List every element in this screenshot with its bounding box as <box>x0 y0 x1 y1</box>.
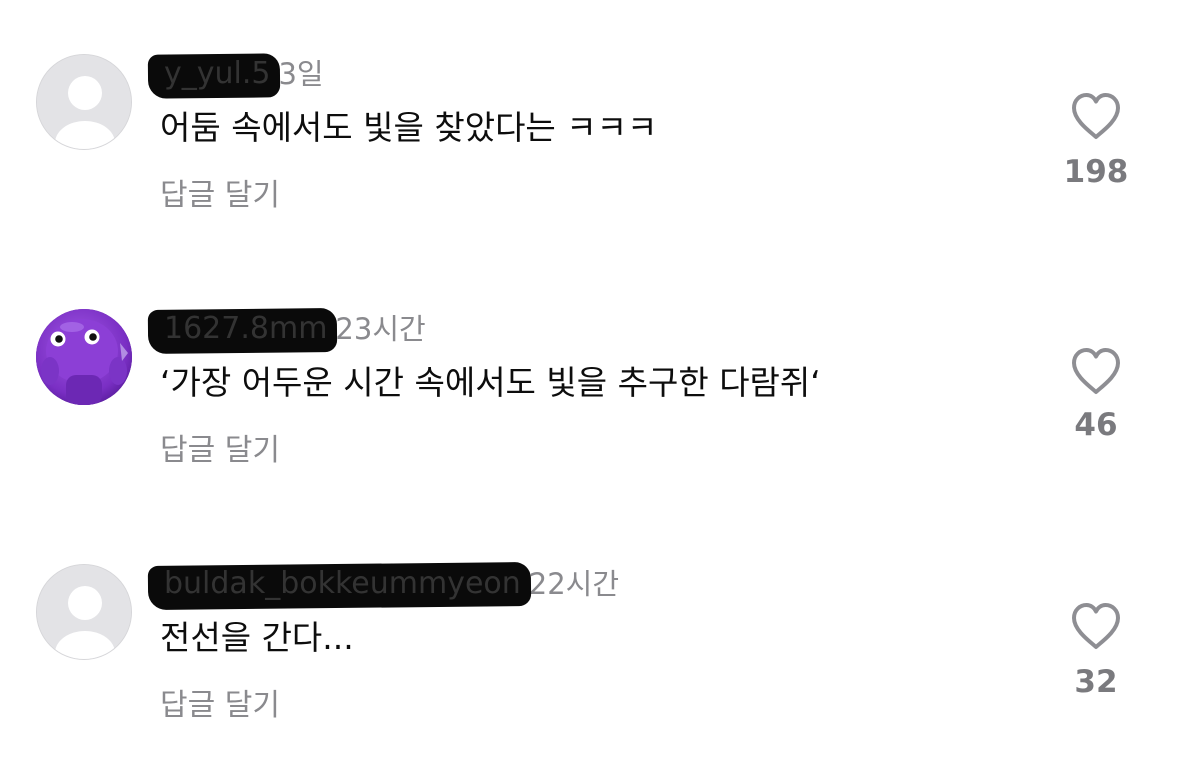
username-text: buldak_bokkeummyeon <box>164 566 521 601</box>
comment-list: y_yul.5 3일 어둠 속에서도 빛을 찾았다는 ㅋㅋㅋ 답글 달기 198 <box>0 0 1179 759</box>
heart-outline-icon[interactable] <box>1070 92 1122 140</box>
username-text: 1627.8mm <box>164 311 328 346</box>
comment-meta: 1627.8mm 23시간 <box>147 308 426 354</box>
username-text: y_yul.5 <box>164 56 271 91</box>
comment-meta: y_yul.5 3일 <box>147 53 324 99</box>
like-count: 198 <box>1063 154 1129 190</box>
comment-time: 22시간 <box>528 567 620 601</box>
comment-time: 23시간 <box>335 312 426 346</box>
reply-button[interactable]: 답글 달기 <box>160 686 280 726</box>
like-area: 46 <box>1060 347 1132 443</box>
like-area: 198 <box>1060 92 1132 190</box>
username[interactable]: buldak_bokkeummyeon <box>147 561 531 611</box>
comment-text: 전선을 간다... <box>160 618 354 657</box>
comment-meta: buldak_bokkeummyeon 22시간 <box>147 561 620 611</box>
comment-item: 1627.8mm 23시간 ‘가장 어두운 시간 속에서도 빛을 추구한 다람쥐… <box>0 295 1179 535</box>
avatar[interactable] <box>36 564 132 660</box>
comment-item: buldak_bokkeummyeon 22시간 전선을 간다... 답글 달기… <box>0 550 1179 759</box>
reply-button[interactable]: 답글 달기 <box>160 431 280 471</box>
person-silhouette-icon <box>37 55 131 149</box>
comment-item: y_yul.5 3일 어둠 속에서도 빛을 찾았다는 ㅋㅋㅋ 답글 달기 198 <box>0 40 1179 280</box>
heart-outline-icon[interactable] <box>1070 347 1122 395</box>
like-area: 32 <box>1060 602 1132 700</box>
comment-text: 어둠 속에서도 빛을 찾았다는 ㅋㅋㅋ <box>160 108 658 147</box>
heart-outline-icon[interactable] <box>1070 602 1122 650</box>
purple-character-icon <box>36 309 132 405</box>
comment-text: ‘가장 어두운 시간 속에서도 빛을 추구한 다람쥐‘ <box>160 363 821 402</box>
username[interactable]: 1627.8mm <box>147 308 338 354</box>
reply-button[interactable]: 답글 달기 <box>160 176 280 216</box>
person-silhouette-icon <box>37 565 131 659</box>
username[interactable]: y_yul.5 <box>147 53 281 99</box>
comment-time: 3일 <box>278 57 324 91</box>
avatar[interactable] <box>36 54 132 150</box>
like-count: 32 <box>1074 664 1118 700</box>
avatar[interactable] <box>36 309 132 405</box>
like-count: 46 <box>1074 407 1118 443</box>
